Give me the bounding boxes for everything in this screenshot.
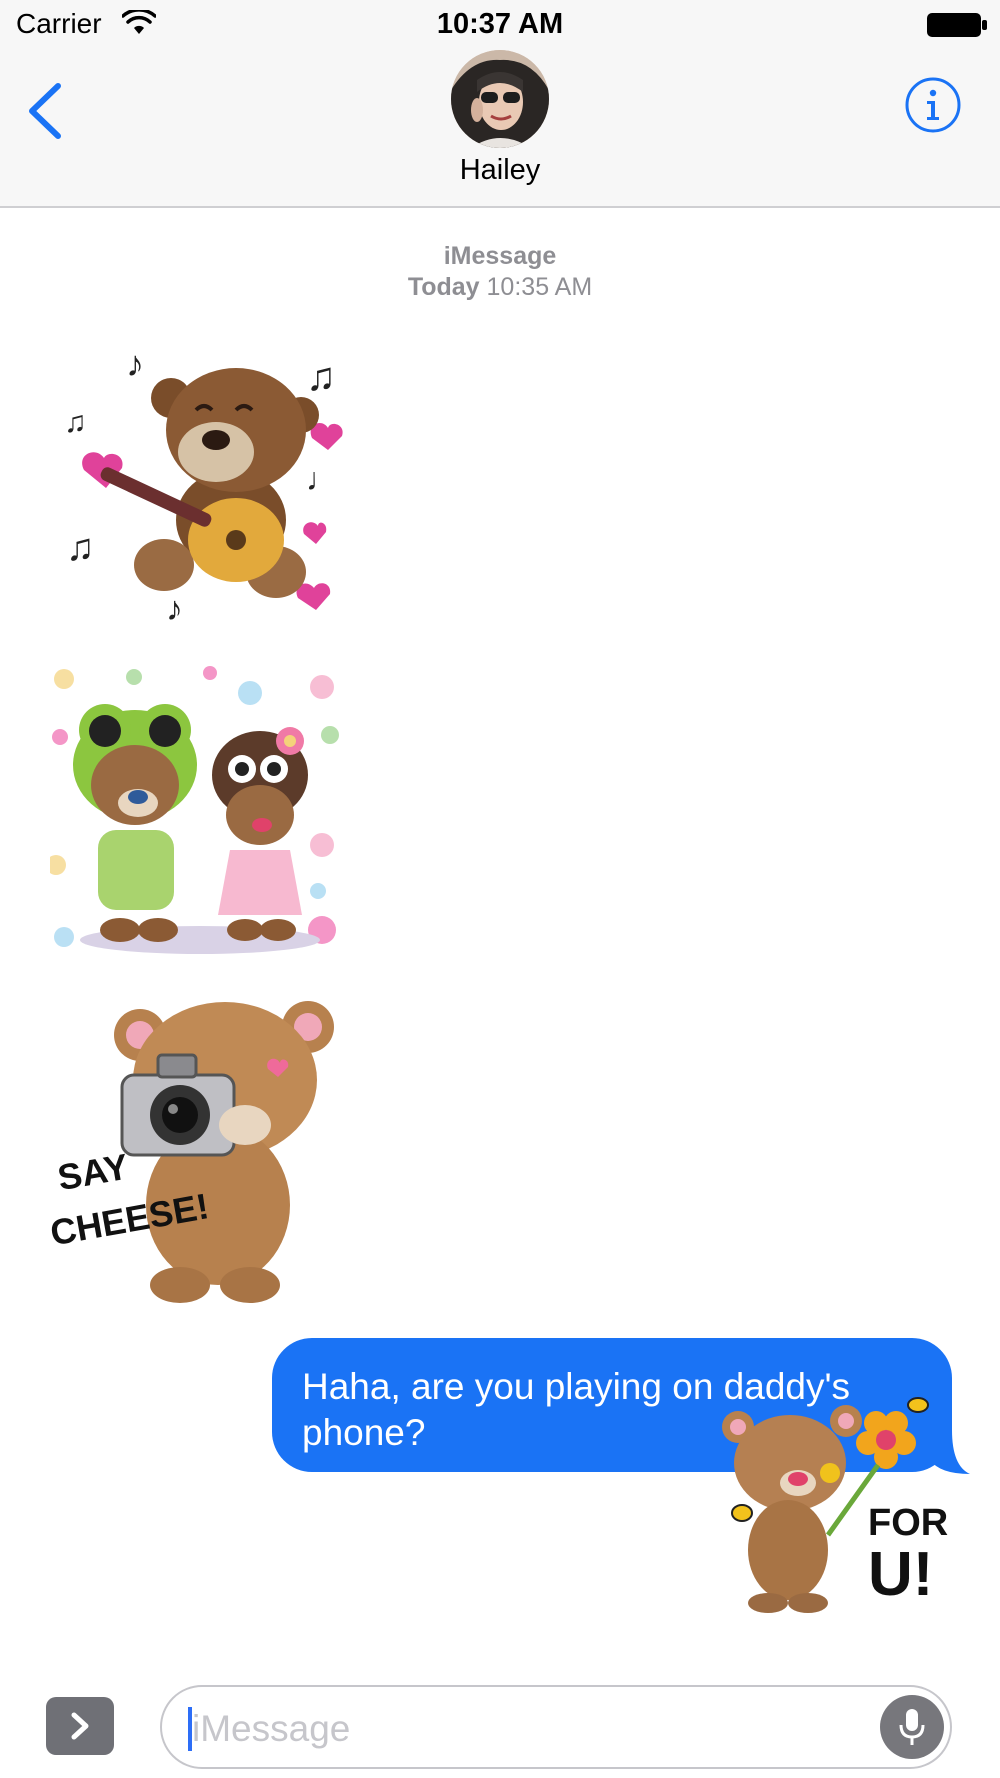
dictation-button[interactable] — [880, 1695, 944, 1759]
contact-name[interactable]: Hailey — [0, 154, 1000, 187]
conversation-header: Hailey — [0, 48, 1000, 208]
status-bar: Carrier 10:37 AM — [0, 0, 1000, 48]
svg-text:SAY: SAY — [54, 1146, 131, 1199]
svg-text:♫: ♫ — [64, 406, 87, 439]
chevron-right-icon — [71, 1712, 89, 1740]
bear-camera-sticker[interactable]: SAY CHEESE! — [50, 985, 350, 1305]
microphone-icon — [899, 1709, 925, 1745]
service-label: iMessage — [443, 242, 557, 270]
svg-text:♫: ♫ — [306, 355, 336, 399]
bears-costume-sticker[interactable] — [50, 665, 350, 965]
timestamp-time: 10:35 AM — [486, 273, 593, 301]
back-button[interactable] — [22, 78, 70, 144]
back-chevron-icon — [29, 83, 61, 139]
battery-icon — [926, 12, 988, 38]
info-icon — [905, 77, 961, 133]
contact-avatar[interactable] — [451, 50, 549, 148]
message-timestamp: Today 10:35 AM — [0, 273, 1000, 302]
timestamp-day: Today — [407, 273, 480, 301]
svg-text:♩: ♩ — [306, 461, 338, 497]
svg-text:♪: ♪ — [126, 343, 144, 384]
svg-text:U!: U! — [868, 1540, 933, 1609]
message-input[interactable] — [192, 1703, 832, 1755]
info-button[interactable] — [904, 76, 962, 134]
message-input-container — [160, 1685, 952, 1769]
svg-text:♪: ♪ — [166, 590, 183, 628]
app-drawer-button[interactable] — [46, 1697, 114, 1755]
svg-text:♫: ♫ — [66, 527, 95, 569]
status-time: 10:37 AM — [436, 8, 564, 40]
svg-text:FOR: FOR — [868, 1502, 948, 1544]
bear-flowers-sticker[interactable]: FOR U! — [718, 1385, 958, 1615]
bear-guitar-sticker[interactable]: ♪ ♫ ♫ ♩ ♫ ♪ — [56, 340, 356, 630]
